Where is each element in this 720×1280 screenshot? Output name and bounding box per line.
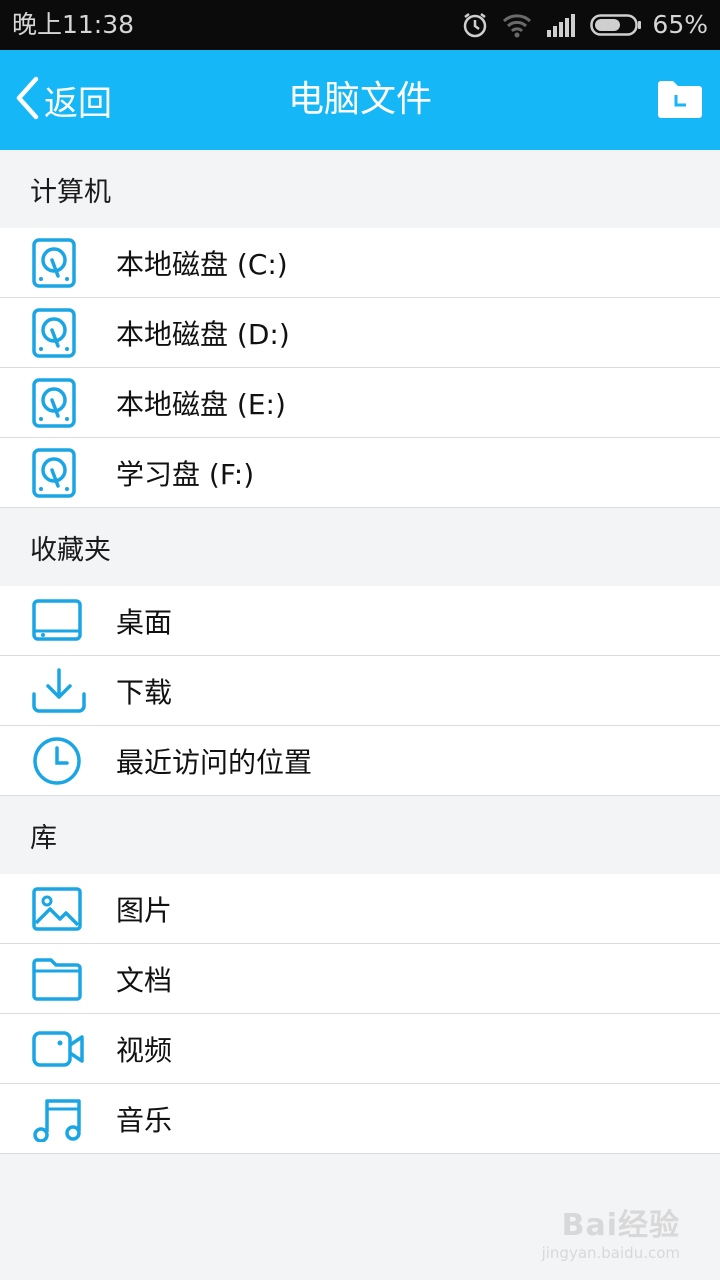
app-header: 返回 电脑文件 xyxy=(0,50,720,150)
status-bar: 晚上11:38 65% xyxy=(0,0,720,50)
list-item[interactable]: 桌面 xyxy=(0,586,720,656)
watermark-main: Bai经验 xyxy=(561,1208,680,1243)
list-item-label: 桌面 xyxy=(116,605,173,639)
disk-icon xyxy=(0,377,116,428)
battery-percent: 65% xyxy=(652,10,708,39)
list-item-label: 学习盘 (F:) xyxy=(116,457,255,491)
list-item-label: 本地磁盘 (D:) xyxy=(116,317,290,351)
watermark-sub: jingyan.baidu.com xyxy=(541,1244,680,1262)
disk-icon xyxy=(0,237,116,288)
disk-icon xyxy=(0,307,116,358)
status-time: 晚上11:38 xyxy=(12,10,135,39)
list-item-label: 文档 xyxy=(116,963,173,997)
desktop-icon xyxy=(0,598,116,643)
list-item[interactable]: 本地磁盘 (E:) xyxy=(0,368,720,438)
battery-icon xyxy=(590,13,642,37)
list-item-label: 本地磁盘 (C:) xyxy=(116,247,288,281)
list-item-label: 视频 xyxy=(116,1033,173,1067)
list-item-label: 本地磁盘 (E:) xyxy=(116,387,286,421)
list-item[interactable]: 下载 xyxy=(0,656,720,726)
list-item[interactable]: 文档 xyxy=(0,944,720,1014)
image-icon xyxy=(0,886,116,931)
list-item[interactable]: 音乐 xyxy=(0,1084,720,1154)
list-item[interactable]: 视频 xyxy=(0,1014,720,1084)
list-item[interactable]: 学习盘 (F:) xyxy=(0,438,720,508)
section-header: 库 xyxy=(0,796,720,874)
signal-icon xyxy=(546,13,576,37)
list-item-label: 最近访问的位置 xyxy=(116,745,313,779)
folder-icon xyxy=(0,957,116,1001)
section-header: 计算机 xyxy=(0,150,720,228)
folder-clock-button[interactable] xyxy=(656,78,704,124)
status-icons: 65% xyxy=(462,8,708,42)
clock-icon xyxy=(0,736,116,786)
list-item[interactable]: 本地磁盘 (D:) xyxy=(0,298,720,368)
baidu-watermark: Bai经验 jingyan.baidu.com xyxy=(542,1200,680,1262)
file-browser-list: 计算机本地磁盘 (C:) 本地磁盘 (D:) 本地磁盘 (E:) 学习盘 (F:) 收藏… xyxy=(0,150,720,1154)
list-item[interactable]: 最近访问的位置 xyxy=(0,726,720,796)
list-item-label: 图片 xyxy=(116,893,173,927)
download-icon xyxy=(0,667,116,714)
page-title: 电脑文件 xyxy=(287,79,432,120)
list-item-label: 音乐 xyxy=(116,1103,173,1137)
list-item[interactable]: 本地磁盘 (C:) xyxy=(0,228,720,298)
video-icon xyxy=(0,1029,116,1069)
wifi-icon xyxy=(502,12,532,38)
music-icon xyxy=(0,1096,116,1142)
section-header: 收藏夹 xyxy=(0,508,720,586)
disk-icon xyxy=(0,447,116,498)
alarm-icon xyxy=(462,12,488,38)
folder-clock-icon xyxy=(656,81,704,124)
list-item[interactable]: 图片 xyxy=(0,874,720,944)
list-item-label: 下载 xyxy=(116,675,173,709)
